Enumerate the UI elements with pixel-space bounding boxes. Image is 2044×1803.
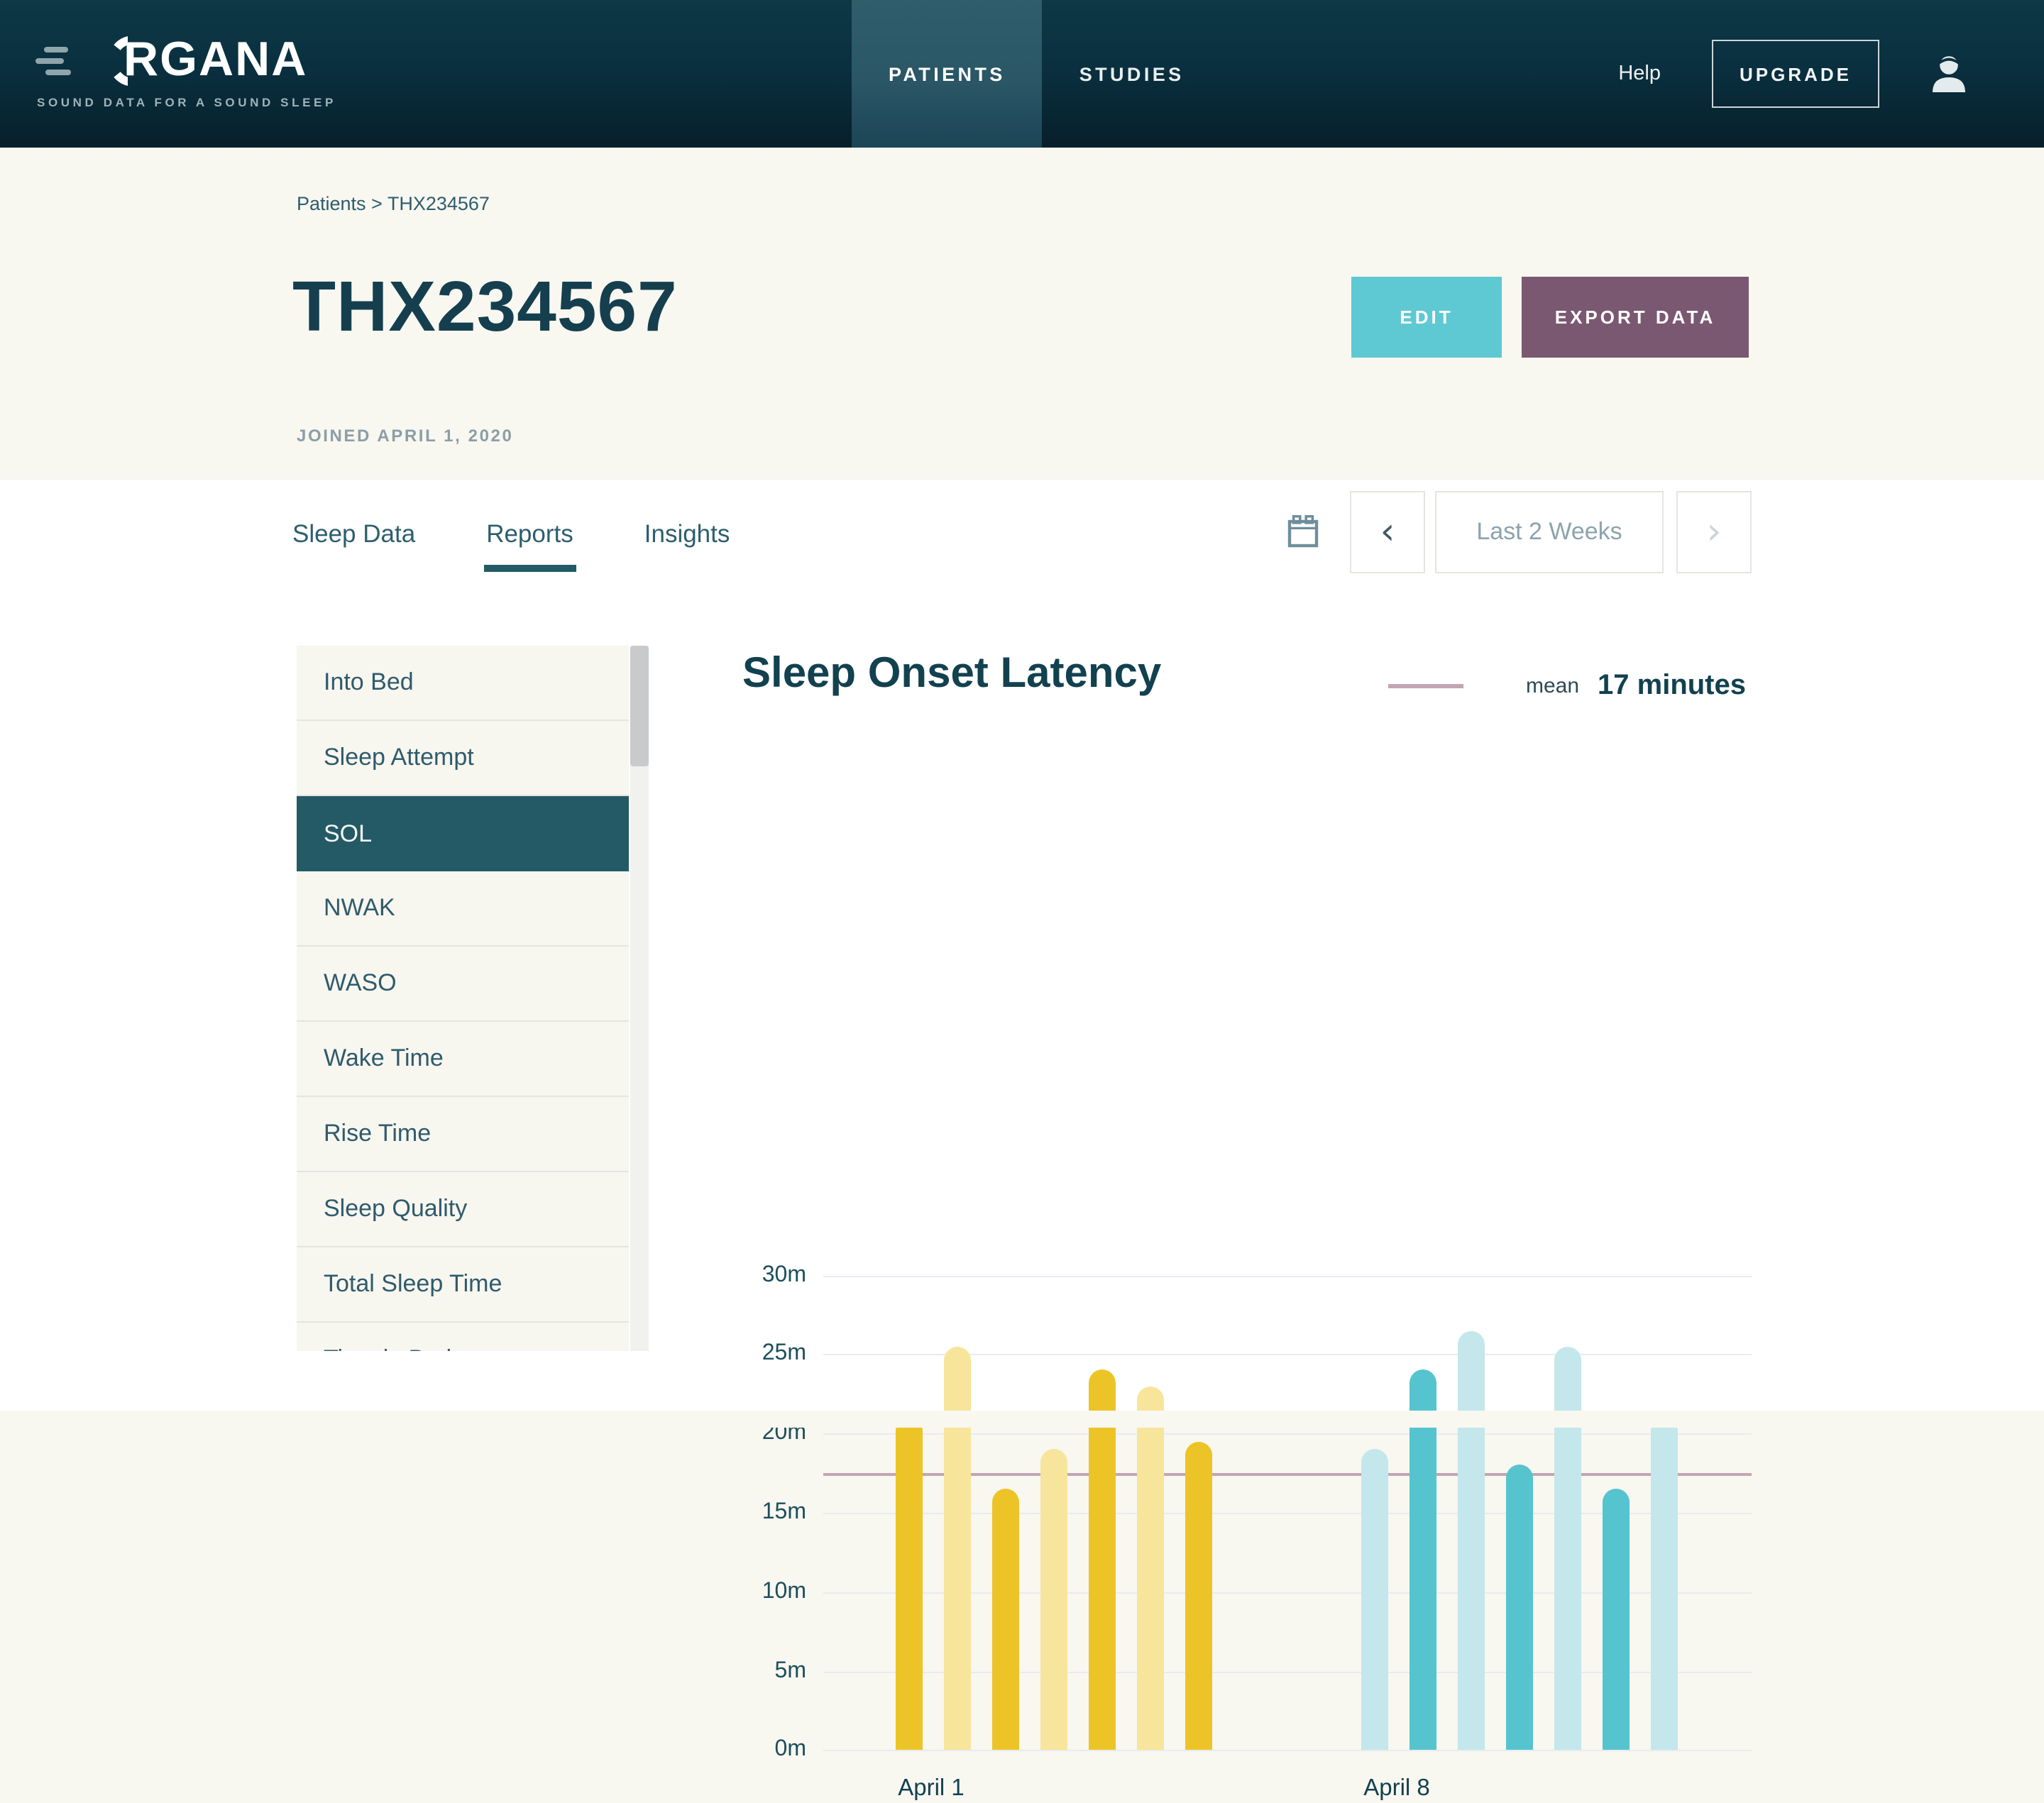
top-nav: RGANA SOUND DATA FOR A SOUND SLEEP PATIE… (0, 0, 2044, 148)
date-range-nav: ‹ Last 2 Weeks › (1287, 491, 1752, 573)
tab-insights[interactable]: Insights (644, 519, 730, 572)
page-title: THX234567 (292, 265, 678, 348)
bar-day-9[interactable] (1409, 1370, 1436, 1750)
y-tick-10m: 10m (721, 1579, 806, 1604)
edit-button[interactable]: EDIT (1351, 277, 1502, 358)
bar-day-5[interactable] (1088, 1370, 1115, 1750)
sound-bars-icon (35, 47, 72, 78)
sidebar-item-waso[interactable]: WASO (297, 947, 629, 1022)
sidebar-item-time-in-bed[interactable]: Time in Bed (297, 1323, 629, 1351)
sidebar-item-wake-time[interactable]: Wake Time (297, 1022, 629, 1097)
sidebar-item-into-bed[interactable]: Into Bed (297, 646, 629, 721)
nav-tab-studies[interactable]: STUDIES (1043, 0, 1221, 148)
export-data-button[interactable]: EXPORT DATA (1522, 277, 1749, 358)
joined-date-label: JOINED APRIL 1, 2020 (297, 426, 513, 446)
sidebar-item-nwak[interactable]: NWAK (297, 871, 629, 947)
y-tick-5m: 5m (721, 1658, 806, 1684)
period-selector[interactable]: Last 2 Weeks (1435, 491, 1664, 573)
mean-line-swatch (1388, 685, 1463, 688)
bar-day-1[interactable] (895, 1418, 922, 1750)
bar-day-7[interactable] (1185, 1441, 1211, 1750)
chevron-left-icon: ‹ (1380, 518, 1395, 546)
gridline-0m (823, 1750, 1752, 1752)
tab-sleep-data[interactable]: Sleep Data (292, 519, 415, 572)
app-window: RGANA SOUND DATA FOR A SOUND SLEEP PATIE… (0, 0, 2044, 1427)
bar-day-8[interactable] (1361, 1450, 1388, 1750)
legend-label: mean (1526, 674, 1579, 698)
tab-reports[interactable]: Reports (486, 519, 573, 572)
next-period-button[interactable]: › (1676, 491, 1752, 573)
y-tick-0m: 0m (721, 1738, 806, 1763)
report-tabs: Sleep Data Reports Insights (292, 519, 730, 572)
brand-tagline: SOUND DATA FOR A SOUND SLEEP (37, 95, 336, 109)
sidebar-item-sleep-attempt[interactable]: Sleep Attempt (297, 721, 629, 796)
y-tick-25m: 25m (721, 1342, 806, 1367)
content-area: Sleep Data Reports Insights ‹ Last 2 Weeks… (0, 480, 2044, 1410)
metric-list: Into BedSleep AttemptSOLNWAKWASOWake Tim… (297, 646, 629, 1351)
y-tick-15m: 15m (721, 1500, 806, 1526)
chart-legend: mean 17 minutes (1388, 670, 1746, 702)
chart-title: Sleep Onset Latency (742, 650, 1161, 698)
brand-name: RGANA (123, 31, 307, 88)
x-label-april-1: April 1 (898, 1776, 965, 1803)
prev-period-button[interactable]: ‹ (1350, 491, 1425, 573)
sidebar-item-sol[interactable]: SOL (297, 796, 629, 871)
sidebar-item-total-sleep-time[interactable]: Total Sleep Time (297, 1247, 629, 1323)
bar-day-11[interactable] (1505, 1465, 1532, 1750)
bar-day-3[interactable] (991, 1489, 1018, 1750)
breadcrumb[interactable]: Patients > THX234567 (297, 193, 490, 214)
sidebar-item-rise-time[interactable]: Rise Time (297, 1097, 629, 1172)
bar-day-4[interactable] (1040, 1450, 1067, 1750)
calendar-icon[interactable] (1287, 515, 1319, 549)
bar-day-14[interactable] (1650, 1418, 1677, 1750)
scrollbar-thumb[interactable] (630, 646, 649, 766)
footer-strip (0, 1410, 2044, 1427)
nav-right: Help UPGRADE (1618, 0, 2044, 148)
upgrade-button[interactable]: UPGRADE (1712, 40, 1879, 108)
sidebar-item-sleep-quality[interactable]: Sleep Quality (297, 1172, 629, 1247)
user-icon[interactable] (1925, 50, 1973, 98)
gridline-30m (823, 1275, 1752, 1277)
bar-day-10[interactable] (1457, 1330, 1484, 1750)
y-tick-30m: 30m (721, 1262, 806, 1288)
organa-logo[interactable]: RGANA SOUND DATA FOR A SOUND SLEEP (35, 31, 362, 119)
bar-day-2[interactable] (943, 1346, 970, 1750)
legend-value: 17 minutes (1598, 670, 1746, 702)
page-header: Patients > THX234567 THX234567 JOINED AP… (0, 148, 2044, 480)
chevron-right-icon: › (1707, 518, 1722, 546)
bar-day-12[interactable] (1554, 1346, 1581, 1750)
bar-day-6[interactable] (1136, 1386, 1163, 1750)
help-link[interactable]: Help (1618, 62, 1661, 85)
nav-tabs: PATIENTSSTUDIES (852, 0, 1221, 148)
scrollbar-track (630, 646, 649, 1351)
x-label-april-8: April 8 (1363, 1776, 1430, 1803)
logo-ring-icon (74, 34, 128, 95)
bar-day-13[interactable] (1602, 1489, 1629, 1750)
nav-tab-patients[interactable]: PATIENTS (852, 0, 1043, 148)
